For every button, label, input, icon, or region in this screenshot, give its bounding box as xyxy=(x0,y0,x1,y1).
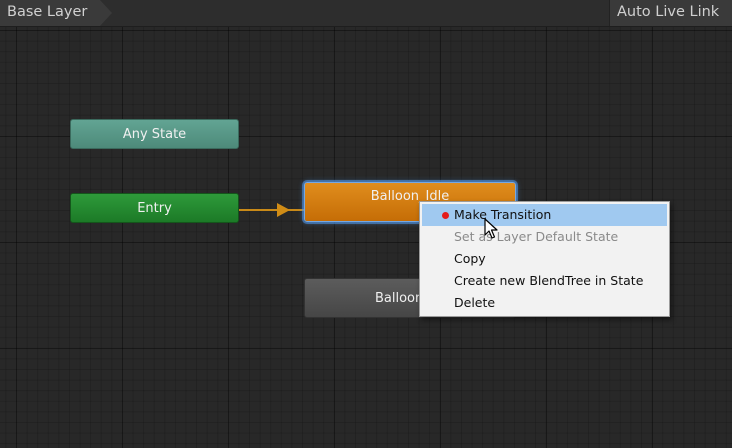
context-menu: Make Transition Set as Layer Default Sta… xyxy=(419,201,670,317)
any-state-node[interactable]: Any State xyxy=(70,119,239,149)
any-state-label: Any State xyxy=(122,126,187,142)
entry-node[interactable]: Entry xyxy=(70,193,239,223)
menu-item-set-layer-default[interactable]: Set as Layer Default State xyxy=(422,226,667,248)
menu-item-label: Delete xyxy=(454,295,496,310)
menu-item-label: Create new BlendTree in State xyxy=(454,273,644,288)
transition-arrow-icon xyxy=(277,203,290,217)
menu-item-make-transition[interactable]: Make Transition xyxy=(422,204,667,226)
entry-label: Entry xyxy=(137,200,172,216)
menu-item-create-blendtree[interactable]: Create new BlendTree in State xyxy=(422,270,667,292)
red-dot-icon xyxy=(442,212,449,219)
menu-item-delete[interactable]: Delete xyxy=(422,292,667,314)
menu-item-label: Set as Layer Default State xyxy=(454,229,619,244)
menu-item-label: Make Transition xyxy=(454,207,552,222)
mouse-pointer-icon xyxy=(484,218,498,239)
menu-item-copy[interactable]: Copy xyxy=(422,248,667,270)
menu-item-label: Copy xyxy=(454,251,486,266)
